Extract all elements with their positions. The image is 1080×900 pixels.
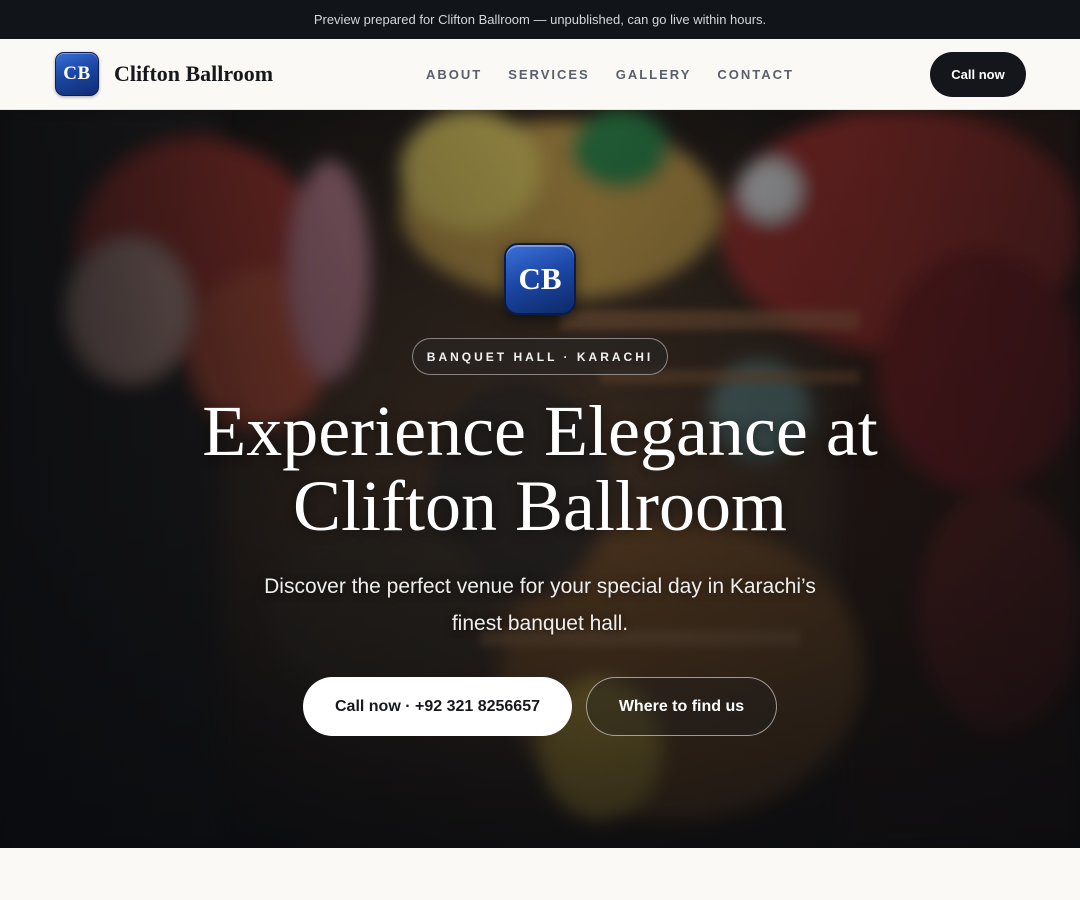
hero-title-line-2: Clifton Ballroom xyxy=(293,466,787,546)
nav-services[interactable]: SERVICES xyxy=(508,67,590,82)
next-section xyxy=(0,848,1080,900)
find-us-button[interactable]: Where to find us xyxy=(586,677,777,736)
hero-logo-icon: CB xyxy=(504,243,576,315)
header-call-button[interactable]: Call now xyxy=(930,52,1026,97)
preview-banner-text: Preview prepared for Clifton Ballroom — … xyxy=(313,12,767,27)
brand-link[interactable]: CB Clifton Ballroom xyxy=(55,52,273,96)
brand-name: Clifton Ballroom xyxy=(114,61,274,86)
hero-eyebrow-pill: BANQUET HALL · KARACHI xyxy=(412,338,668,375)
nav-about[interactable]: ABOUT xyxy=(426,67,482,82)
call-now-button[interactable]: Call now · +92 321 8256657 xyxy=(303,677,572,736)
hero-section: CB BANQUET HALL · KARACHI Experience Ele… xyxy=(0,110,1080,848)
site-header: CB Clifton Ballroom ABOUT SERVICES GALLE… xyxy=(0,39,1080,110)
main-nav: ABOUT SERVICES GALLERY CONTACT xyxy=(426,39,794,109)
nav-gallery[interactable]: GALLERY xyxy=(616,67,692,82)
hero-subtitle: Discover the perfect venue for your spec… xyxy=(264,575,816,635)
hero-title: Experience Elegance at Clifton Ballroom xyxy=(140,394,940,544)
hero-title-line-1: Experience Elegance at xyxy=(202,391,878,471)
nav-contact[interactable]: CONTACT xyxy=(717,67,794,82)
preview-banner: Preview prepared for Clifton Ballroom — … xyxy=(0,0,1080,39)
logo-icon: CB xyxy=(55,52,99,96)
